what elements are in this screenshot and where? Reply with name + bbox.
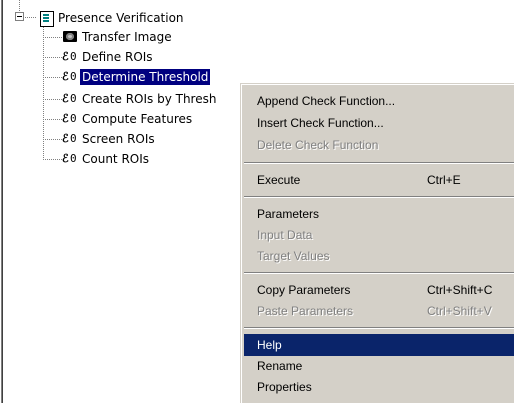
menu-item-label: Rename <box>257 359 303 373</box>
menu-item-insert-check-function[interactable]: Insert Check Function... <box>244 112 514 134</box>
tree-node-create-rois-by-thresh[interactable]: ℰ0 Create ROIs by Thresh <box>62 90 218 108</box>
menu-item-append-check-function[interactable]: Append Check Function... <box>244 90 514 112</box>
check-function-icon: ℰ0 <box>62 152 77 165</box>
tree-connector-child-7 <box>43 159 63 160</box>
tree-connector-child-1 <box>43 37 63 38</box>
menu-item-properties[interactable]: Properties <box>244 376 514 398</box>
tree-node-label: Transfer Image <box>82 30 172 44</box>
check-function-icon: ℰ0 <box>62 112 77 125</box>
menu-item-label: Target Values <box>257 249 330 263</box>
collapse-toggle[interactable] <box>15 12 24 21</box>
tree-node-determine-threshold[interactable]: ℰ0 Determine Threshold <box>62 68 211 86</box>
menu-separator <box>244 162 514 164</box>
tree-node-label: Compute Features <box>82 112 193 126</box>
menu-item-shortcut: Ctrl+Shift+V <box>427 304 492 318</box>
menu-item-delete-check-function[interactable]: Delete Check Function <box>244 134 514 156</box>
check-function-icon: ℰ0 <box>62 132 77 145</box>
tree-connector-child-6 <box>43 139 63 140</box>
tree-node-label: Screen ROIs <box>82 132 155 146</box>
tree-node-label: Count ROIs <box>82 152 150 166</box>
tree-node-label: Define ROIs <box>82 50 153 64</box>
menu-separator <box>244 327 514 329</box>
tree-node-compute-features[interactable]: ℰ0 Compute Features <box>62 110 194 128</box>
menu-item-shortcut: Ctrl+Shift+C <box>427 283 493 297</box>
menu-separator <box>244 196 514 198</box>
menu-item-label: Insert Check Function... <box>257 116 384 130</box>
application-window: Presence Verification Transfer Image ℰ0 … <box>0 0 514 403</box>
menu-item-label: Delete Check Function <box>257 138 379 152</box>
menu-item-label: Copy Parameters <box>257 283 351 297</box>
menu-item-label: Properties <box>257 380 312 394</box>
context-menu: Append Check Function... Insert Check Fu… <box>240 83 514 403</box>
tree-node-label: Determine Threshold <box>80 69 211 85</box>
tree-connector-child-2 <box>43 57 63 58</box>
tree-connector-child-5 <box>43 119 63 120</box>
check-function-icon: ℰ0 <box>62 70 77 83</box>
menu-item-help[interactable]: Help <box>244 334 514 356</box>
menu-item-input-data[interactable]: Input Data <box>244 224 514 246</box>
check-function-icon: ℰ0 <box>62 50 77 63</box>
tree-node-screen-rois[interactable]: ℰ0 Screen ROIs <box>62 130 157 148</box>
tree-node-label: Create ROIs by Thresh <box>82 92 217 106</box>
presence-verification-icon <box>38 10 54 27</box>
menu-item-parameters[interactable]: Parameters <box>244 203 514 225</box>
menu-item-shortcut: Ctrl+E <box>427 173 461 187</box>
tree-node-label: Presence Verification <box>58 11 184 25</box>
menu-item-label: Append Check Function... <box>257 94 396 108</box>
tree-node-count-rois[interactable]: ℰ0 Count ROIs <box>62 150 151 168</box>
menu-item-label: Paste Parameters <box>257 304 354 318</box>
tree-connector-root-h <box>25 17 37 18</box>
tree-connector-root <box>19 0 20 12</box>
tree-node-define-rois[interactable]: ℰ0 Define ROIs <box>62 48 155 66</box>
menu-item-target-values[interactable]: Target Values <box>244 245 514 267</box>
menu-item-paste-parameters[interactable]: Paste Parameters Ctrl+Shift+V <box>244 300 514 322</box>
tree-connector-child-4 <box>43 99 63 100</box>
check-function-tree[interactable]: Presence Verification Transfer Image ℰ0 … <box>0 0 240 200</box>
check-function-icon: ℰ0 <box>62 92 77 105</box>
menu-item-label: Execute <box>257 173 301 187</box>
menu-item-label: Input Data <box>257 228 313 242</box>
transfer-image-icon <box>62 29 78 45</box>
menu-item-copy-parameters[interactable]: Copy Parameters Ctrl+Shift+C <box>244 279 514 301</box>
menu-separator <box>244 272 514 274</box>
tree-node-root[interactable]: Presence Verification <box>38 9 186 27</box>
menu-item-label: Parameters <box>257 207 320 221</box>
menu-item-label: Help <box>257 338 282 352</box>
tree-connector-child-3 <box>43 77 63 78</box>
menu-item-rename[interactable]: Rename <box>244 355 514 377</box>
menu-item-execute[interactable]: Execute Ctrl+E <box>244 169 514 191</box>
tree-node-transfer-image[interactable]: Transfer Image <box>62 28 174 46</box>
